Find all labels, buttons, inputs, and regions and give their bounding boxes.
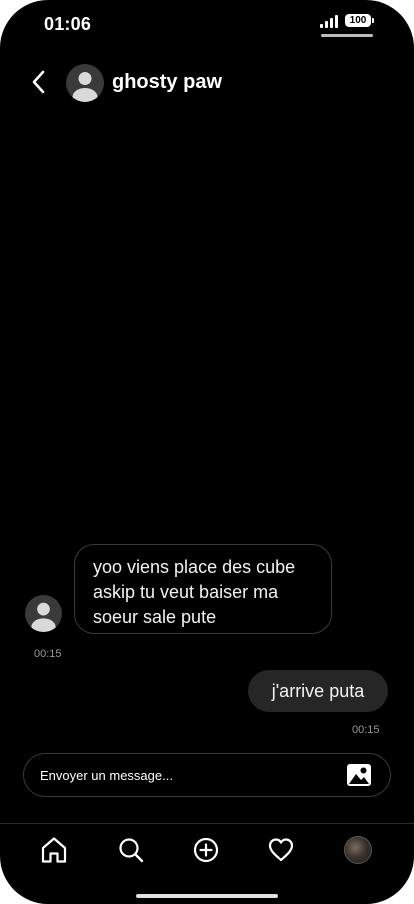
incoming-message-bubble[interactable]: yoo viens place des cube askip tu veut b… <box>74 544 332 634</box>
back-arrow-icon[interactable] <box>28 68 52 96</box>
contact-name[interactable]: ghosty paw <box>112 71 222 94</box>
status-time: 01:06 <box>44 14 92 34</box>
message-line: soeur sale pute <box>93 607 217 627</box>
message-composer <box>23 753 391 797</box>
add-icon[interactable] <box>192 836 220 864</box>
profile-avatar[interactable] <box>344 836 372 864</box>
search-icon[interactable] <box>117 836 145 864</box>
heart-icon[interactable] <box>267 836 295 864</box>
battery-icon: 100 <box>345 14 371 27</box>
message-line: askip tu veut baiser ma <box>93 582 279 602</box>
sender-avatar[interactable] <box>25 595 62 632</box>
status-indicator <box>321 34 373 37</box>
home-icon[interactable] <box>40 836 68 864</box>
image-gallery-icon[interactable] <box>346 763 372 787</box>
message-input[interactable] <box>40 754 330 796</box>
nav-divider <box>0 823 414 824</box>
incoming-timestamp: 00:15 <box>34 648 62 660</box>
outgoing-message-bubble[interactable]: j'arrive puta <box>248 670 388 712</box>
chat-screen: 01:06 100 ghosty paw yoo viens place des… <box>0 0 414 904</box>
outgoing-timestamp: 00:15 <box>352 724 380 736</box>
contact-avatar[interactable] <box>66 64 104 102</box>
signal-icon <box>320 14 340 28</box>
home-indicator <box>136 894 278 898</box>
battery-tip <box>372 18 374 23</box>
message-line: yoo viens place des cube <box>93 557 296 577</box>
